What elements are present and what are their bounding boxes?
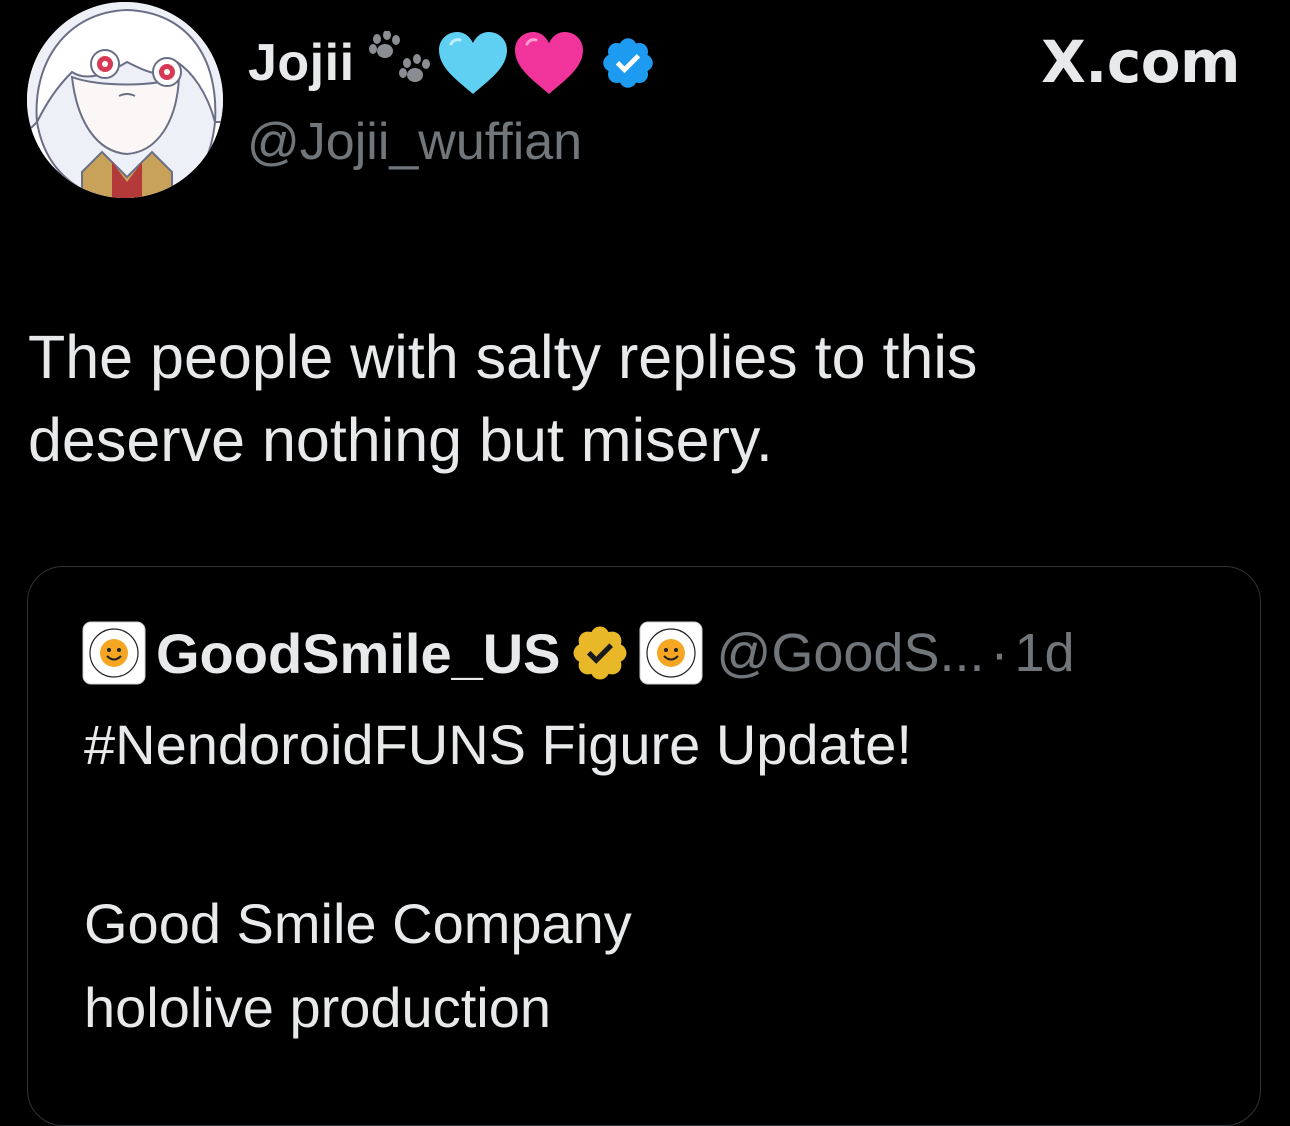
separator-dot: ·: [990, 623, 1009, 683]
pink-heart-icon: [513, 30, 585, 96]
avatar-illustration: [27, 2, 223, 198]
quoted-tweet-header[interactable]: GoodSmile_US @GoodS... · 1d: [82, 620, 1075, 686]
light-blue-heart-icon: [437, 30, 509, 96]
author-display-name[interactable]: Jojii: [248, 33, 355, 93]
paw-prints-icon: [365, 31, 435, 95]
quoted-timestamp[interactable]: 1d: [1014, 622, 1074, 684]
author-display-name-row[interactable]: Jojii: [248, 26, 657, 100]
quoted-tweet-body: Good Smile Company hololive production: [84, 882, 632, 1050]
tweet-text-line: The people with salty replies to this: [28, 323, 978, 391]
author-handle[interactable]: @Jojii_wuffian: [247, 112, 582, 172]
quoted-tweet-hashtag-line[interactable]: #NendoroidFUNS Figure Update!: [84, 712, 912, 777]
quoted-tweet-line: hololive production: [84, 976, 551, 1039]
author-avatar[interactable]: [27, 2, 223, 198]
tweet-text-line: deserve nothing but misery.: [28, 406, 773, 474]
verified-badge-icon[interactable]: [599, 34, 657, 92]
quoted-tweet-line: Good Smile Company: [84, 892, 632, 955]
verified-gold-badge-icon[interactable]: [569, 622, 631, 684]
tweet-text: The people with salty replies to this de…: [28, 316, 1248, 482]
goodsmile-usa-logo-icon[interactable]: [82, 621, 146, 685]
quoted-handle[interactable]: @GoodS...: [717, 622, 985, 684]
goodsmile-japan-logo-icon[interactable]: [639, 621, 703, 685]
brand-watermark: X.com: [1041, 28, 1240, 96]
quoted-display-name[interactable]: GoodSmile_US: [156, 621, 561, 686]
